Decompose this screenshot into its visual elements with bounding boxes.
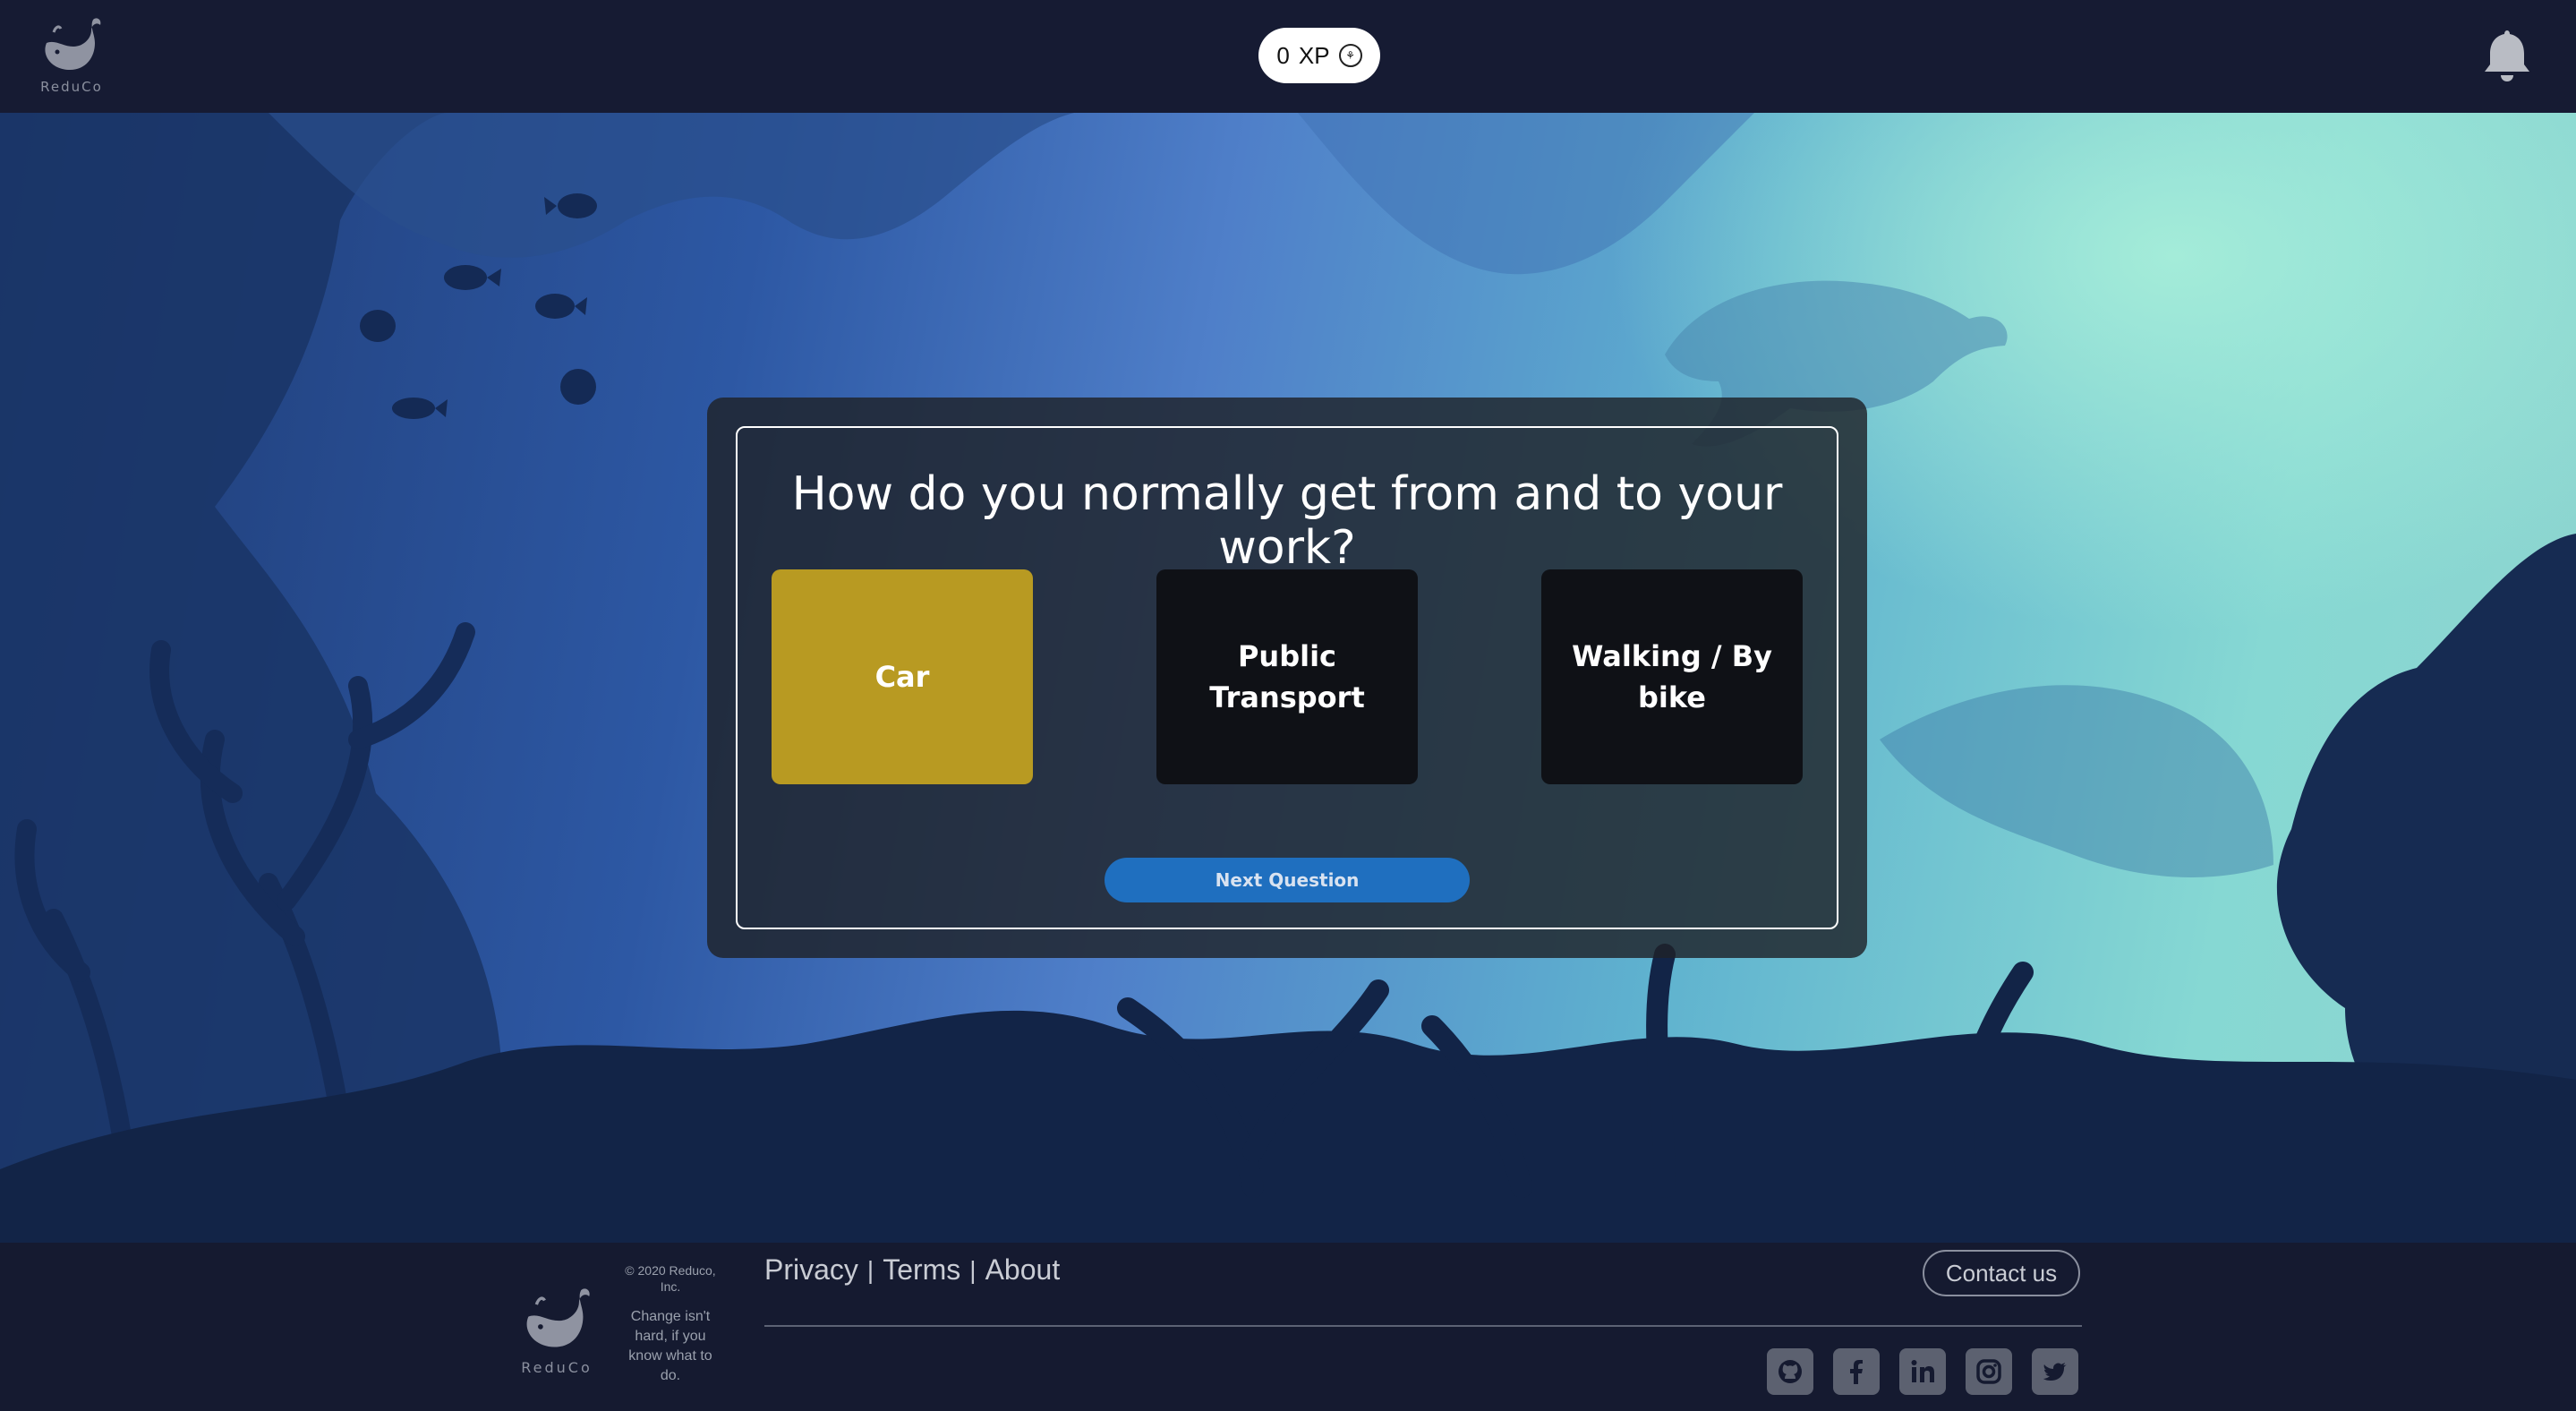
xp-counter[interactable]: 0 XP ⚘	[1258, 28, 1380, 83]
xp-value: 0	[1276, 41, 1290, 69]
instagram-icon[interactable]	[1966, 1348, 2012, 1395]
logo-text: ReduCo	[40, 79, 103, 95]
leaf-icon: ⚘	[1338, 44, 1362, 67]
facebook-icon[interactable]	[1833, 1348, 1880, 1395]
social-links	[1767, 1348, 2078, 1395]
quiz-card: How do you normally get from and to your…	[707, 398, 1867, 958]
linkedin-icon[interactable]	[1899, 1348, 1946, 1395]
footer-divider	[764, 1325, 2082, 1327]
copyright: © 2020 Reduco, Inc.	[625, 1263, 716, 1294]
reduco-logo[interactable]: ReduCo	[38, 16, 106, 97]
quiz-frame: How do you normally get from and to your…	[736, 426, 1838, 929]
twitter-icon[interactable]	[2032, 1348, 2078, 1395]
footer: ReduCo © 2020 Reduco, Inc. Change isn't …	[0, 1243, 2576, 1411]
footer-logo-text: ReduCo	[521, 1359, 593, 1376]
github-icon[interactable]	[1767, 1348, 1813, 1395]
whale-logo-icon	[526, 1288, 590, 1347]
contact-us-button[interactable]: Contact us	[1923, 1250, 2080, 1296]
terms-link[interactable]: Terms	[883, 1253, 960, 1287]
link-separator: |	[969, 1255, 977, 1284]
option-walking-bike[interactable]: Walking / By bike	[1541, 569, 1803, 784]
privacy-link[interactable]: Privacy	[764, 1253, 858, 1287]
tagline: Change isn't hard, if you know what to d…	[628, 1309, 712, 1383]
about-link[interactable]: About	[985, 1253, 1061, 1287]
option-car[interactable]: Car	[772, 569, 1033, 784]
footer-logo[interactable]: ReduCo	[517, 1286, 596, 1393]
question-text: How do you normally get from and to your…	[791, 467, 1783, 575]
top-bar: ReduCo 0 XP ⚘	[0, 0, 2576, 113]
xp-unit: XP	[1298, 41, 1330, 69]
bell-icon[interactable]	[2481, 27, 2533, 82]
next-question-button[interactable]: Next Question	[1105, 858, 1470, 902]
option-public-transport[interactable]: Public Transport	[1156, 569, 1418, 784]
link-separator: |	[866, 1255, 874, 1284]
footer-links: Privacy | Terms | About	[764, 1253, 1060, 1287]
whale-logo-icon	[45, 18, 101, 70]
